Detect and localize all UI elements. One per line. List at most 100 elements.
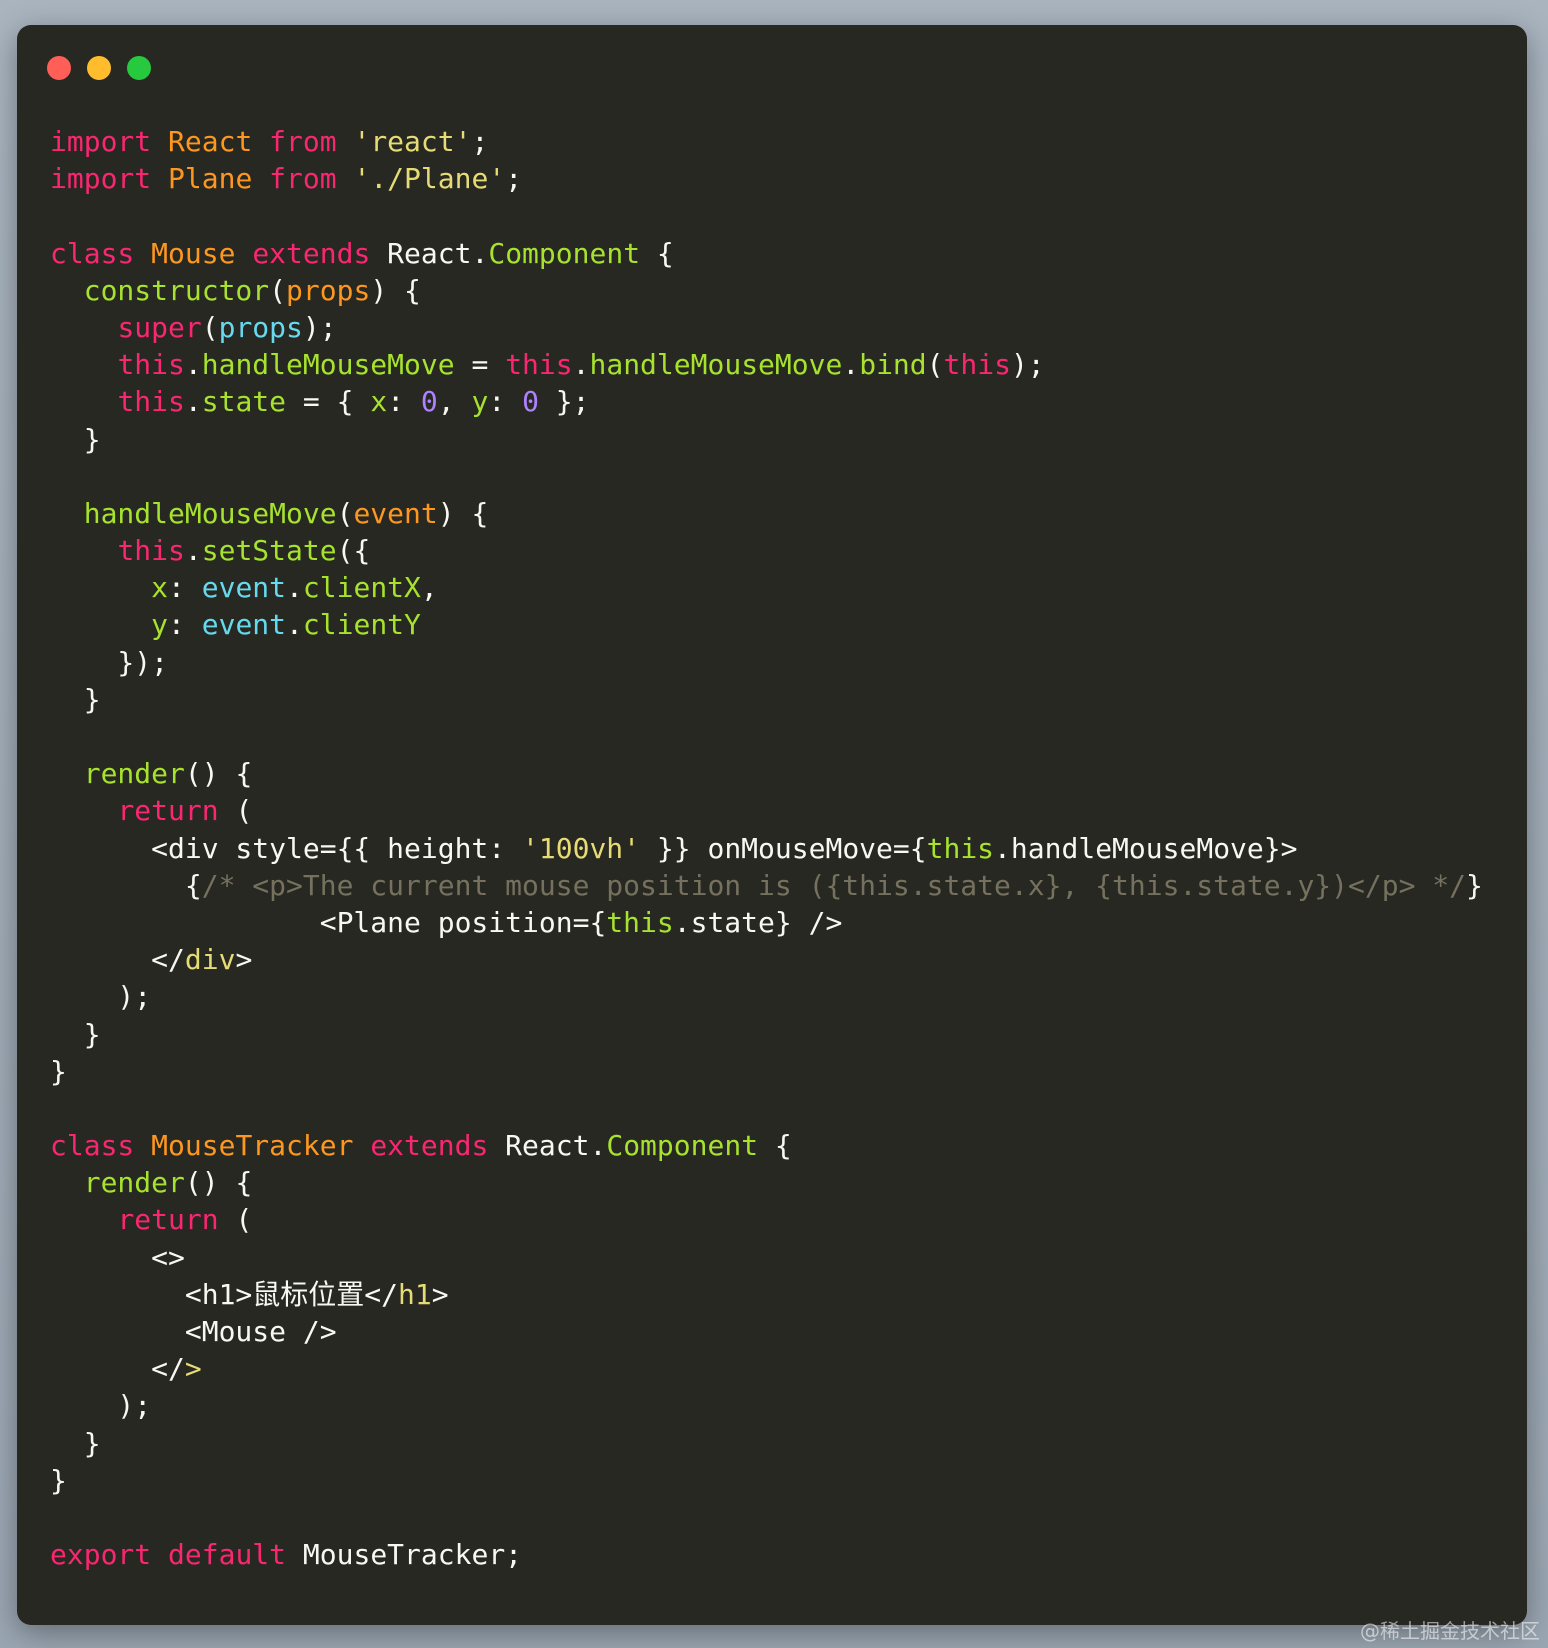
code-token: ; xyxy=(471,125,489,158)
code-line: } xyxy=(50,681,1483,718)
code-token: .state} /> xyxy=(673,905,843,939)
code-token: render xyxy=(83,1166,185,1200)
code-line: } xyxy=(50,1462,1483,1499)
code-token: super xyxy=(117,310,202,344)
code-token: y xyxy=(151,608,169,642)
code-token: { xyxy=(50,868,202,902)
code-token: h1 xyxy=(398,1277,432,1311)
code-token: ( xyxy=(201,310,219,344)
code-line: render() { xyxy=(50,1164,1483,1201)
minimize-button[interactable] xyxy=(87,56,111,80)
code-line: ); xyxy=(50,978,1483,1015)
code-token: return xyxy=(117,1203,219,1237)
code-token: .handleMouseMove}> xyxy=(994,831,1298,865)
code-line: class Mouse extends React.Component { xyxy=(50,235,1483,272)
code-token: export xyxy=(50,1538,152,1572)
code-token: MouseTracker xyxy=(151,1129,354,1163)
code-token: MouseTracker; xyxy=(286,1538,523,1572)
code-token: . xyxy=(184,385,202,419)
code-token: ); xyxy=(302,310,337,344)
code-token: <> xyxy=(50,1240,185,1274)
code-token: setState xyxy=(201,534,337,568)
code-token: return xyxy=(117,794,219,828)
code-line: class MouseTracker extends React.Compone… xyxy=(50,1127,1483,1164)
code-token: }); xyxy=(50,645,169,679)
code-token: ); xyxy=(50,980,152,1014)
code-token: '100vh' xyxy=(522,831,641,865)
code-line: ); xyxy=(50,1387,1483,1424)
code-token: 0 xyxy=(522,385,539,419)
code-token: . xyxy=(184,348,202,382)
code-token: Component xyxy=(606,1129,759,1163)
code-token: : xyxy=(488,385,523,419)
code-token: handleMouseMove xyxy=(589,348,843,382)
code-line: {/* <p>The current mouse position is ({t… xyxy=(50,867,1483,904)
code-token: ); xyxy=(1010,348,1045,382)
code-token: React xyxy=(168,125,253,158)
code-token: <div style={{ height: xyxy=(50,831,523,865)
zoom-button[interactable] xyxy=(127,56,151,80)
code-token: : xyxy=(168,571,202,605)
code-token: = xyxy=(454,348,506,382)
code-token: }; xyxy=(538,385,590,419)
code-line: return ( xyxy=(50,792,1483,829)
code-token: ( xyxy=(926,348,944,382)
code-token: this xyxy=(606,905,674,939)
code-token: event xyxy=(201,571,287,605)
code-token: : xyxy=(387,385,421,419)
code-token: handleMouseMove xyxy=(201,348,455,382)
code-token: './Plane' xyxy=(353,162,506,196)
code-token: } xyxy=(50,422,101,456)
code-token: > xyxy=(431,1277,449,1311)
code-line: return ( xyxy=(50,1201,1483,1238)
code-token: import xyxy=(50,162,152,196)
code-token: event xyxy=(201,608,287,642)
code-line: <Plane position={this.state} /> xyxy=(50,904,1483,941)
code-token: state xyxy=(201,385,287,419)
code-token: event xyxy=(353,496,438,530)
code-line: super(props); xyxy=(50,309,1483,346)
code-token: this xyxy=(117,385,185,419)
code-line: </> xyxy=(50,1350,1483,1387)
code-token: ; xyxy=(505,162,523,196)
code-token: from xyxy=(269,125,337,158)
code-token: }} onMouseMove={ xyxy=(640,831,927,865)
code-token: props xyxy=(218,310,303,344)
code-line: } xyxy=(50,1425,1483,1462)
code-line: export default MouseTracker; xyxy=(50,1536,1483,1573)
code-token: React. xyxy=(370,236,489,270)
close-button[interactable] xyxy=(47,56,71,80)
code-block: import React from 'react'; import Plane f… xyxy=(50,123,1483,1573)
code-token: class xyxy=(50,236,135,270)
code-token: </ xyxy=(50,1352,185,1386)
code-token: default xyxy=(168,1538,287,1572)
code-line: import Plane from './Plane'; xyxy=(50,160,1483,197)
code-line: y: event.clientY xyxy=(50,606,1483,643)
code-token: , xyxy=(420,571,438,605)
code-token: { xyxy=(758,1129,792,1163)
code-token: ( xyxy=(269,273,287,307)
code-line: }); xyxy=(50,644,1483,681)
code-line: import React from 'react'; xyxy=(50,123,1483,160)
code-token: this xyxy=(117,534,185,568)
code-line: } xyxy=(50,421,1483,458)
code-token: this xyxy=(943,348,1011,382)
code-token: x xyxy=(151,571,169,605)
code-token: render xyxy=(83,757,185,791)
code-token: () { xyxy=(184,1166,253,1200)
code-token: . xyxy=(286,571,303,605)
code-line: handleMouseMove(event) { xyxy=(50,495,1483,532)
